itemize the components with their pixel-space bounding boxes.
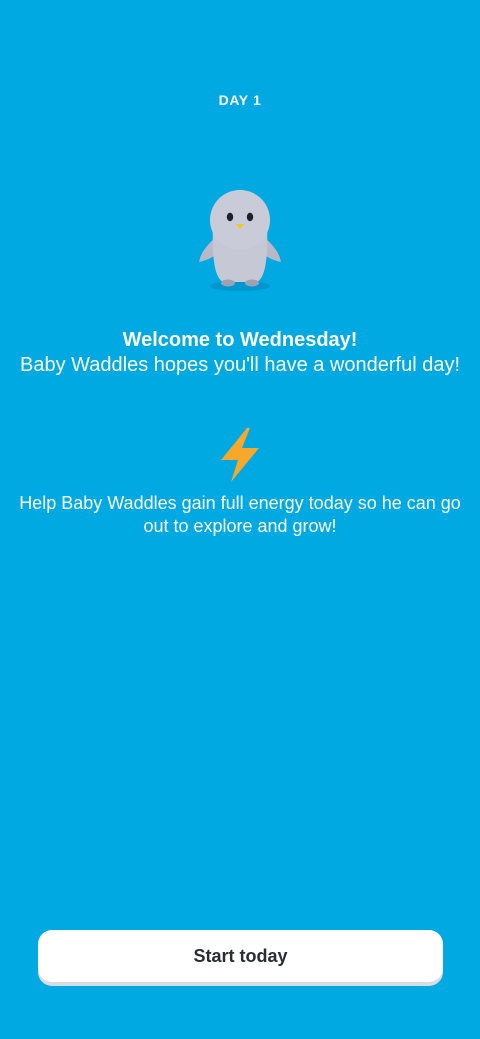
start-today-button[interactable]: Start today <box>38 930 443 982</box>
day-label: DAY 1 <box>218 92 262 108</box>
welcome-subtitle: Baby Waddles hopes you'll have a wonderf… <box>20 354 461 376</box>
lightning-bolt-icon <box>215 427 265 483</box>
welcome-block: Welcome to Wednesday! Baby Waddles hopes… <box>20 328 460 378</box>
energy-message: Help Baby Waddles gain full energy today… <box>19 493 461 536</box>
welcome-title: Welcome to Wednesday! <box>122 329 358 351</box>
penguin-icon <box>193 186 287 292</box>
start-today-label: Start today <box>193 945 288 966</box>
